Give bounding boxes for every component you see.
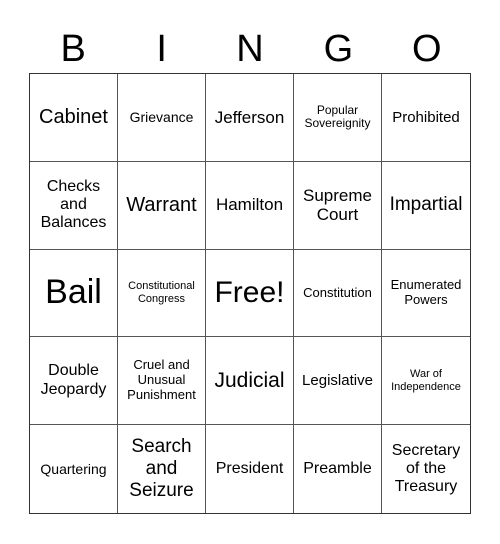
bingo-cell[interactable]: Prohibited xyxy=(382,74,470,162)
bingo-cell[interactable]: Secretary of the Treasury xyxy=(382,425,470,513)
free-space[interactable]: Free! xyxy=(206,249,294,338)
bingo-cell[interactable]: Enumerated Powers xyxy=(382,250,470,338)
bingo-card: Cabinet Grievance Jefferson Popular Sove… xyxy=(29,73,471,514)
bingo-cell[interactable]: Popular Sovereignity xyxy=(294,74,382,162)
bingo-cell[interactable]: Supreme Court xyxy=(294,161,382,250)
header-letter-i: I xyxy=(156,28,167,70)
bingo-cell[interactable]: Constitutional Congress xyxy=(118,249,206,338)
bingo-cell[interactable]: Warrant xyxy=(118,161,206,250)
bingo-cell[interactable]: Cruel and Unusual Punishment xyxy=(118,337,206,426)
bingo-cell[interactable]: Preamble xyxy=(294,425,382,513)
bingo-cell[interactable]: Judicial xyxy=(206,337,294,426)
bingo-header: B I N G O xyxy=(29,27,471,71)
bingo-cell[interactable]: Hamilton xyxy=(206,161,294,250)
bingo-cell[interactable]: War of Independence xyxy=(382,337,470,426)
bingo-cell[interactable]: Constitution xyxy=(294,249,382,338)
header-letter-n: N xyxy=(236,28,264,70)
bingo-cell[interactable]: Cabinet xyxy=(30,74,118,162)
bingo-cell[interactable]: Legislative xyxy=(294,337,382,426)
bingo-cell[interactable]: Jefferson xyxy=(206,74,294,162)
header-letter-b: B xyxy=(60,28,86,70)
bingo-cell[interactable]: Quartering xyxy=(30,425,118,513)
bingo-cell[interactable]: Impartial xyxy=(382,162,470,250)
bingo-cell[interactable]: President xyxy=(206,425,294,513)
bingo-cell[interactable]: Grievance xyxy=(118,74,206,162)
bingo-cell[interactable]: Checks and Balances xyxy=(30,161,118,250)
header-letter-g: G xyxy=(323,28,354,70)
header-letter-o: O xyxy=(412,28,442,70)
bingo-cell[interactable]: Double Jeopardy xyxy=(30,337,118,426)
bingo-cell[interactable]: Bail xyxy=(30,249,118,338)
bingo-cell[interactable]: Search and Seizure xyxy=(118,425,206,513)
